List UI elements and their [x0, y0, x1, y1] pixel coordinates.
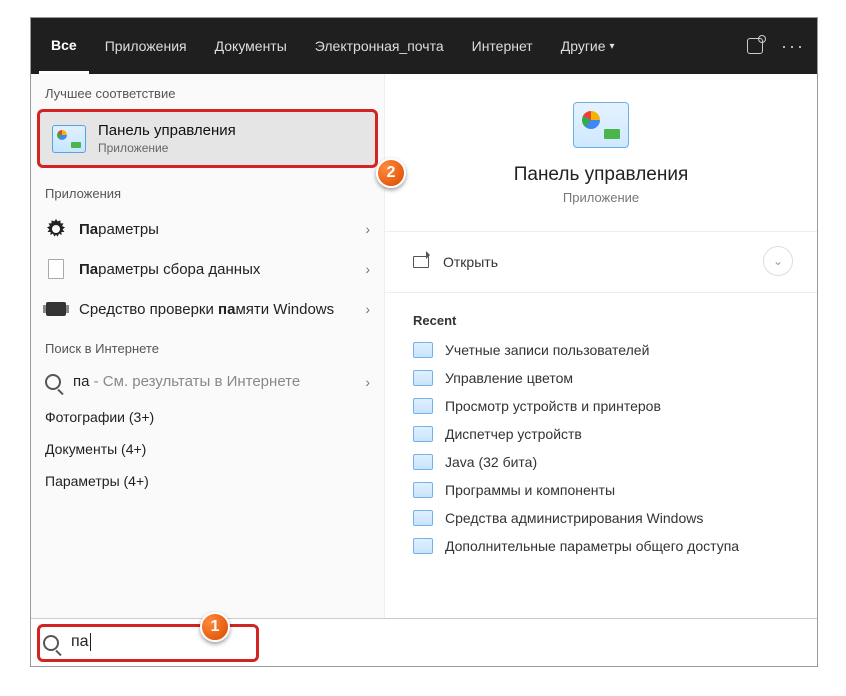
preview-title: Панель управления	[514, 164, 689, 186]
recent-item[interactable]: Java (32 бита)	[385, 448, 817, 476]
best-match-subtitle: Приложение	[98, 141, 236, 155]
recent-item[interactable]: Управление цветом	[385, 364, 817, 392]
tab-email[interactable]: Электронная_почта	[303, 18, 456, 74]
apps-header: Приложения	[31, 174, 384, 209]
preview-panel: Панель управления Приложение Открыть ⌄ R…	[385, 74, 817, 618]
open-action[interactable]: Открыть	[385, 240, 817, 284]
panel-item-icon	[413, 342, 433, 358]
chevron-right-icon: ›	[365, 221, 370, 237]
internet-header: Поиск в Интернете	[31, 329, 384, 364]
recent-item[interactable]: Средства администрирования Windows	[385, 504, 817, 532]
panel-item-icon	[413, 398, 433, 414]
recent-header: Recent	[385, 301, 817, 336]
document-icon	[48, 259, 64, 279]
panel-item-icon	[413, 454, 433, 470]
annotation-badge-2: 2	[376, 158, 406, 188]
control-panel-icon	[573, 102, 629, 148]
tab-internet[interactable]: Интернет	[460, 18, 545, 74]
panel-item-icon	[413, 482, 433, 498]
web-search-item[interactable]: па - См. результаты в Интернете ›	[31, 364, 384, 399]
web-search-label: па - См. результаты в Интернете	[73, 373, 353, 390]
annotation-badge-1: 1	[200, 612, 230, 642]
panel-item-icon	[413, 538, 433, 554]
chevron-right-icon: ›	[365, 301, 370, 317]
recent-item[interactable]: Учетные записи пользователей	[385, 336, 817, 364]
control-panel-icon	[52, 125, 86, 153]
scope-tabs: Все Приложения Документы Электронная_поч…	[31, 18, 817, 74]
panel-item-icon	[413, 426, 433, 442]
best-match-header: Лучшее соответствие	[31, 74, 384, 109]
tab-apps[interactable]: Приложения	[93, 18, 199, 74]
chevron-right-icon: ›	[365, 374, 370, 390]
chevron-down-icon: ▾	[610, 41, 615, 52]
recent-item[interactable]: Диспетчер устройств	[385, 420, 817, 448]
list-item[interactable]: Параметры ›	[31, 209, 384, 249]
list-item-label: Параметры сбора данных	[79, 261, 353, 278]
search-window: Все Приложения Документы Электронная_поч…	[30, 17, 818, 667]
gear-icon	[46, 219, 66, 239]
list-item[interactable]: Средство проверки памяти Windows ›	[31, 289, 384, 329]
expand-toggle[interactable]: ⌄	[763, 246, 793, 276]
search-input[interactable]: па	[71, 633, 805, 651]
category-photos[interactable]: Фотографии (3+)	[31, 399, 384, 431]
more-icon[interactable]: ···	[781, 36, 805, 57]
tab-other[interactable]: Другие▾	[549, 18, 627, 74]
best-match-title: Панель управления	[98, 122, 236, 139]
best-match-item[interactable]: Панель управления Приложение	[37, 109, 378, 168]
list-item-label: Средство проверки памяти Windows	[79, 301, 353, 318]
recent-item[interactable]: Дополнительные параметры общего доступа	[385, 532, 817, 560]
recent-item[interactable]: Просмотр устройств и принтеров	[385, 392, 817, 420]
list-item[interactable]: Параметры сбора данных ›	[31, 249, 384, 289]
preview-subtitle: Приложение	[563, 190, 639, 205]
open-icon	[413, 256, 429, 268]
search-icon	[45, 374, 61, 390]
category-settings[interactable]: Параметры (4+)	[31, 463, 384, 495]
feedback-icon[interactable]	[747, 38, 763, 54]
search-icon	[43, 635, 59, 651]
search-bar: па	[31, 618, 817, 666]
panel-item-icon	[413, 370, 433, 386]
tab-documents[interactable]: Документы	[203, 18, 299, 74]
recent-item[interactable]: Программы и компоненты	[385, 476, 817, 504]
panel-item-icon	[413, 510, 433, 526]
chevron-right-icon: ›	[365, 261, 370, 277]
tab-all[interactable]: Все	[39, 18, 89, 74]
category-documents[interactable]: Документы (4+)	[31, 431, 384, 463]
list-item-label: Параметры	[79, 221, 353, 238]
memory-icon	[46, 302, 66, 316]
results-panel: Лучшее соответствие Панель управления Пр…	[31, 74, 385, 618]
